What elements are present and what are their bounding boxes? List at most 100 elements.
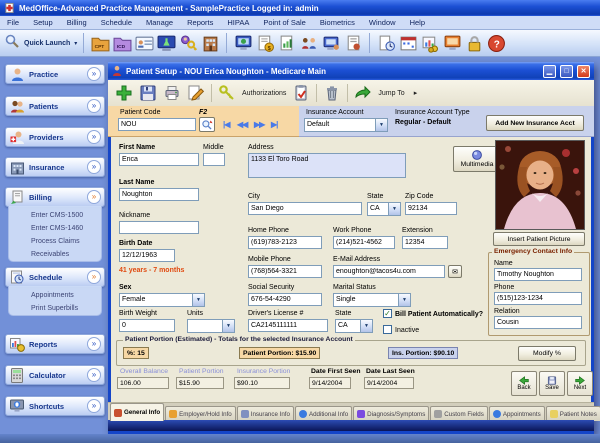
- chevron-up-icon[interactable]: »: [87, 270, 101, 284]
- menu-help[interactable]: Help: [403, 18, 432, 27]
- authorizations-label[interactable]: Authorizations: [242, 90, 286, 97]
- drivers-license-input[interactable]: [248, 319, 328, 332]
- tab-general-info[interactable]: General Info: [110, 403, 164, 421]
- sex-select[interactable]: Female▼: [119, 293, 205, 307]
- sidebar-item-providers[interactable]: Providers »: [5, 127, 105, 147]
- icd-codes-icon[interactable]: ICD: [112, 32, 132, 54]
- point-of-sale-icon[interactable]: [442, 32, 462, 54]
- address-input[interactable]: 1133 El Toro Road: [248, 153, 406, 178]
- sidebar-item-shortcuts[interactable]: Shortcuts »: [5, 396, 105, 416]
- nav-next-button[interactable]: ▶▶: [254, 120, 264, 129]
- menu-biometrics[interactable]: Biometrics: [313, 18, 362, 27]
- tab-diagnosis-symptoms[interactable]: Diagnosis/Symptoms: [353, 406, 429, 421]
- tab-patient-notes[interactable]: Patient Notes: [546, 406, 600, 421]
- sidebar-item-process-claims[interactable]: Process Claims: [9, 235, 101, 248]
- nav-first-button[interactable]: |◀: [223, 120, 229, 129]
- home-phone-input[interactable]: [248, 236, 322, 249]
- emergency-name-input[interactable]: [494, 268, 582, 281]
- tab-appointments[interactable]: Appointments: [489, 406, 545, 421]
- authorizations-button[interactable]: [215, 81, 239, 105]
- delete-button[interactable]: [320, 81, 344, 105]
- insert-patient-picture-button[interactable]: Insert Patient Picture: [493, 232, 585, 246]
- jump-to-button[interactable]: [351, 81, 375, 105]
- modify-percent-button[interactable]: Modify %: [518, 346, 576, 361]
- tab-custom-fields[interactable]: Custom Fields: [430, 406, 488, 421]
- chevron-down-icon[interactable]: »: [87, 160, 101, 174]
- chevron-down-icon[interactable]: »: [87, 337, 101, 351]
- chevron-down-icon[interactable]: »: [87, 67, 101, 81]
- extension-input[interactable]: [402, 236, 448, 249]
- sidebar-item-reports[interactable]: Reports »: [5, 334, 105, 354]
- menu-schedule[interactable]: Schedule: [94, 18, 139, 27]
- marital-status-select[interactable]: Single▼: [333, 293, 411, 307]
- menu-setup[interactable]: Setup: [26, 18, 60, 27]
- send-email-button[interactable]: ✉: [448, 265, 462, 278]
- print-statement-button[interactable]: [160, 81, 184, 105]
- sidebar-item-calculator[interactable]: Calculator »: [5, 365, 105, 385]
- claims-chart-icon[interactable]: [277, 32, 297, 54]
- nickname-input[interactable]: [119, 221, 199, 234]
- birth-weight-input[interactable]: [119, 319, 175, 332]
- jump-to-label[interactable]: Jump To: [378, 90, 404, 97]
- license-state-select[interactable]: CA▼: [335, 319, 373, 333]
- add-new-insurance-acct-button[interactable]: Add New Insurance Acct: [486, 115, 584, 131]
- quick-launch-label[interactable]: Quick Launch: [24, 40, 70, 47]
- multimedia-button[interactable]: Multimedia: [453, 146, 501, 172]
- zip-code-input[interactable]: [405, 202, 457, 215]
- save-record-button[interactable]: Save: [539, 371, 565, 396]
- expand-arrow-icon[interactable]: ▸: [414, 89, 418, 97]
- quick-launch-search-icon[interactable]: [4, 33, 20, 54]
- sidebar-item-enter-cms-1460[interactable]: Enter CMS-1460: [9, 222, 101, 235]
- birth-date-input[interactable]: [119, 249, 175, 262]
- staff-group-icon[interactable]: [299, 32, 319, 54]
- patient-setup-icon[interactable]: [134, 32, 154, 54]
- audit-clock-icon[interactable]: [376, 32, 396, 54]
- close-button[interactable]: ✕: [577, 65, 590, 78]
- last-name-input[interactable]: [119, 188, 199, 201]
- nav-previous-button[interactable]: ◀◀: [237, 120, 247, 129]
- chevron-down-icon[interactable]: »: [87, 130, 101, 144]
- sidebar-item-patients[interactable]: Patients »: [5, 96, 105, 116]
- nav-last-button[interactable]: ▶|: [271, 120, 277, 129]
- tab-insurance-info[interactable]: Insurance Info: [237, 406, 294, 421]
- sidebar-item-enter-cms-1500[interactable]: Enter CMS-1500: [9, 209, 101, 222]
- menu-billing[interactable]: Billing: [60, 18, 94, 27]
- chevron-up-icon[interactable]: »: [87, 190, 101, 204]
- menu-point-of-sale[interactable]: Point of Sale: [256, 18, 313, 27]
- edit-button[interactable]: [184, 81, 208, 105]
- middle-input[interactable]: [203, 153, 225, 166]
- sidebar-item-receivables[interactable]: Receivables: [9, 248, 101, 261]
- menu-manage[interactable]: Manage: [139, 18, 180, 27]
- maximize-button[interactable]: □: [560, 65, 573, 78]
- save-button[interactable]: [136, 81, 160, 105]
- practice-building-icon[interactable]: [200, 32, 220, 54]
- help-icon[interactable]: ?: [486, 32, 506, 54]
- quick-launch-dropdown-arrow[interactable]: ▾: [74, 40, 77, 47]
- patient-document-icon[interactable]: [343, 32, 363, 54]
- menu-hipaa[interactable]: HIPAA: [220, 18, 256, 27]
- menu-file[interactable]: File: [0, 18, 26, 27]
- sidebar-item-schedule[interactable]: Schedule »: [5, 267, 105, 287]
- state-select[interactable]: CA▼: [367, 202, 401, 216]
- billing-coin-icon[interactable]: $: [255, 32, 275, 54]
- lock-icon[interactable]: [464, 32, 484, 54]
- minimize-button[interactable]: ▁: [543, 65, 556, 78]
- inactive-checkbox[interactable]: [383, 325, 392, 334]
- cpt-codes-icon[interactable]: CPT: [90, 32, 110, 54]
- chevron-down-icon[interactable]: »: [87, 399, 101, 413]
- sidebar-item-print-superbills[interactable]: Print Superbills: [9, 302, 101, 315]
- workstation-icon[interactable]: [321, 32, 341, 54]
- city-input[interactable]: [248, 202, 362, 215]
- menu-window[interactable]: Window: [362, 18, 403, 27]
- chevron-down-icon[interactable]: »: [87, 99, 101, 113]
- first-name-input[interactable]: [119, 153, 199, 166]
- scheduler-monitor-icon[interactable]: [233, 32, 253, 54]
- financial-charts-icon[interactable]: [420, 32, 440, 54]
- work-phone-input[interactable]: [333, 236, 395, 249]
- chevron-down-icon[interactable]: »: [87, 368, 101, 382]
- patient-code-input[interactable]: [118, 118, 196, 131]
- bill-patient-automatically-checkbox[interactable]: ✓: [383, 309, 392, 318]
- mobile-phone-input[interactable]: [248, 265, 322, 278]
- verify-eligibility-button[interactable]: [289, 81, 313, 105]
- tab-employer-hold-info[interactable]: Employer/Hold Info: [165, 406, 236, 421]
